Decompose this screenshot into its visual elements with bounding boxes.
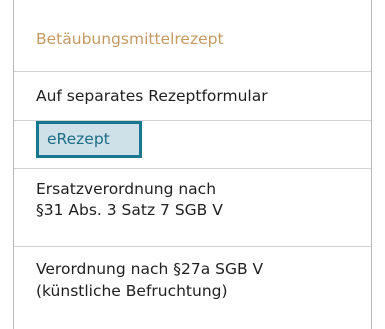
menu-item-erezept[interactable]: eRezept [36,121,142,158]
menu-item-verordnung-27a[interactable]: Verordnung nach §27a SGB V (künstliche B… [14,258,371,302]
menu-item-label-line1: Ersatzverordnung nach [36,180,217,198]
menu-item-ersatzverordnung[interactable]: Ersatzverordnung nach §31 Abs. 3 Satz 7 … [14,179,371,221]
menu-item-separates-rezeptformular[interactable]: Auf separates Rezeptformular [14,87,371,105]
context-menu: Betäubungsmittelrezept Auf separates Rez… [13,0,372,329]
menu-item-betaeubungsmittelrezept: Betäubungsmittelrezept [14,30,371,48]
menu-item-label: eRezept [47,130,110,148]
menu-item-label-line2: §31 Abs. 3 Satz 7 SGB V [36,201,223,219]
menu-separator [14,71,371,72]
menu-item-label-line1: Verordnung nach §27a SGB V [36,260,264,278]
menu-item-label: Auf separates Rezeptformular [36,87,268,105]
menu-separator [14,168,371,169]
menu-separator [14,246,371,247]
menu-item-label: Betäubungsmittelrezept [36,30,224,48]
menu-item-label-line2: (künstliche Befruchtung) [36,282,228,300]
